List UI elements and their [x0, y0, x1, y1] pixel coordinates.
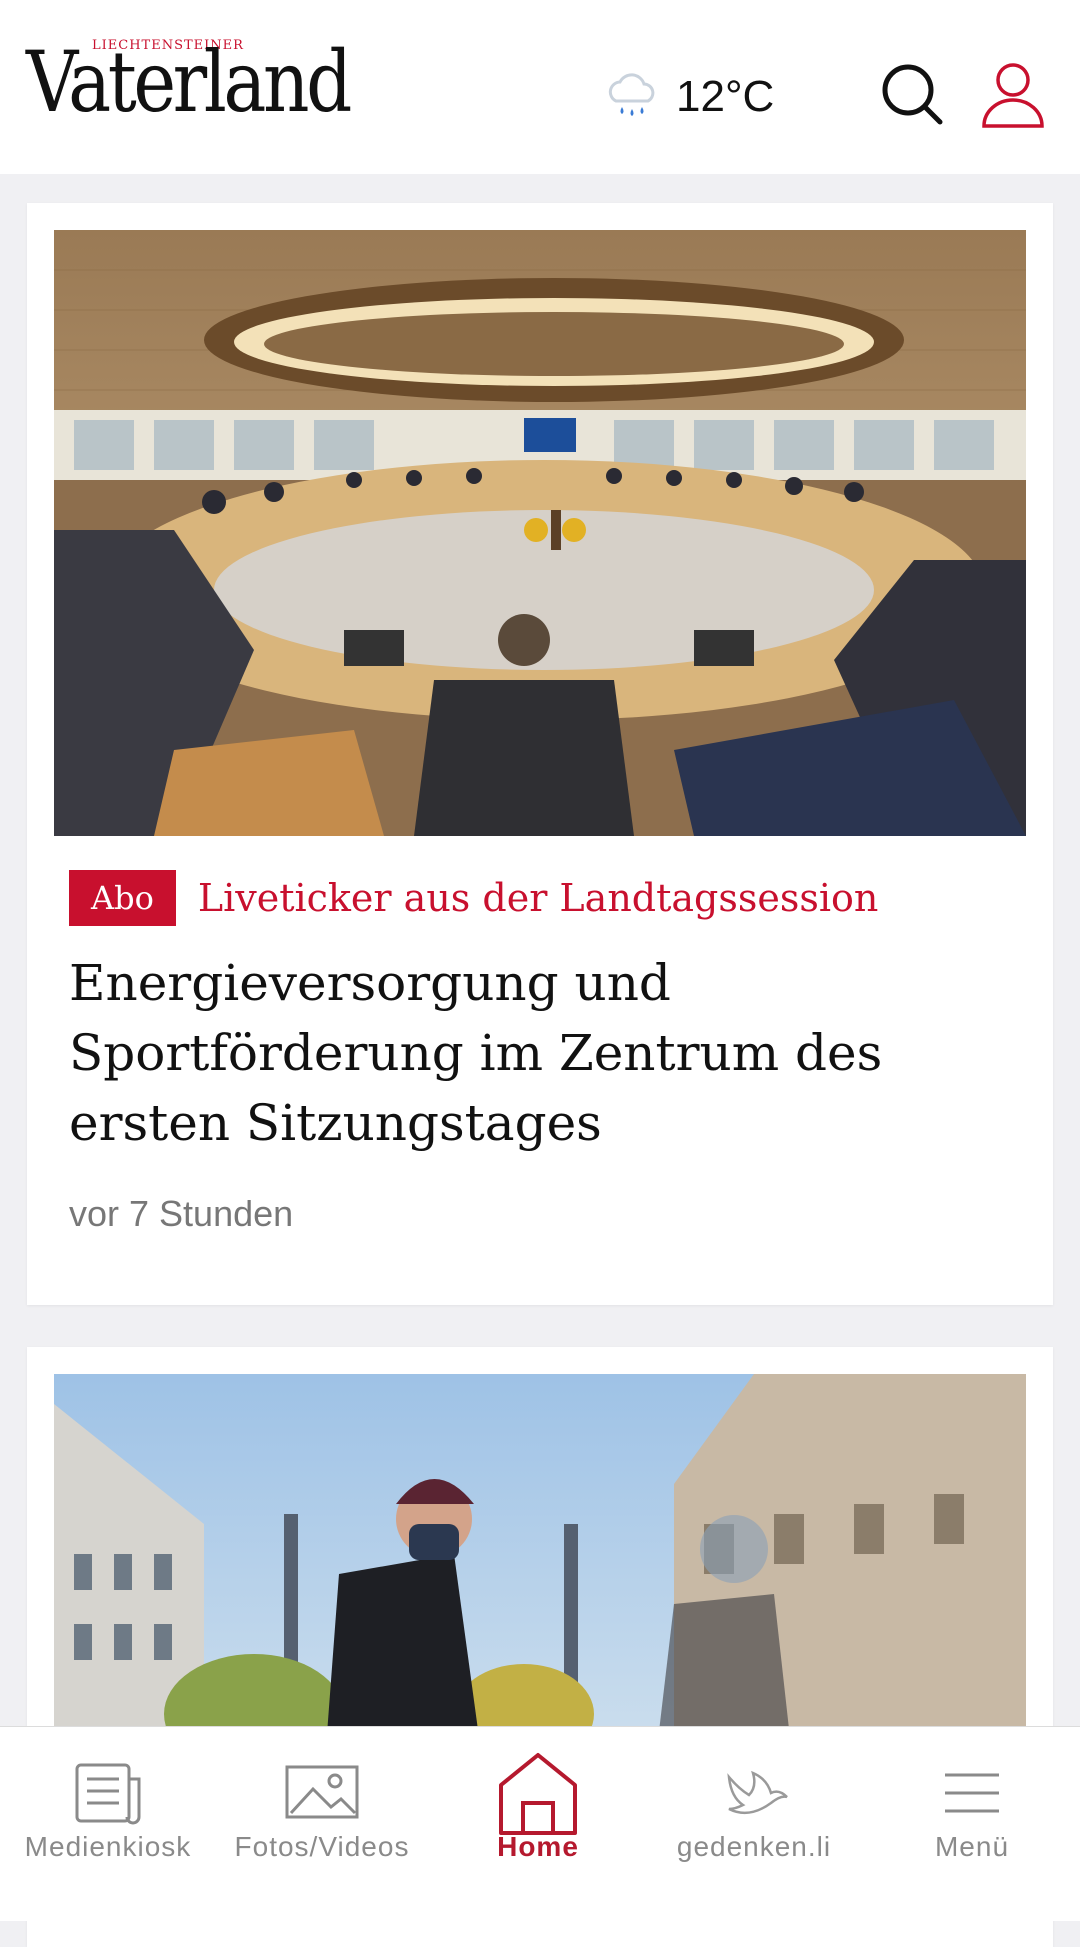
tab-gedenken[interactable]: gedenken.li	[646, 1727, 862, 1877]
user-icon	[982, 63, 1044, 128]
tab-label: Menü	[934, 1831, 1010, 1862]
tab-label: gedenken.li	[676, 1831, 832, 1862]
bottom-tab-bar: Medienkiosk Fotos/Videos Home gedenken.l…	[0, 1726, 1080, 1921]
street-portrait-photo	[54, 1374, 1026, 1774]
abo-badge: Abo	[69, 870, 176, 926]
article-image[interactable]	[54, 230, 1026, 836]
tab-label: Fotos/Videos	[234, 1831, 410, 1862]
article-image[interactable]	[54, 1374, 1026, 1774]
rain-cloud-icon	[608, 73, 655, 116]
kicker-text[interactable]: Liveticker aus der Landtagssession	[198, 876, 879, 920]
article-timestamp: vor 7 Stunden	[69, 1193, 294, 1234]
search-button[interactable]	[880, 62, 946, 128]
photo-icon	[285, 1765, 359, 1819]
home-icon	[499, 1753, 577, 1835]
tab-label: Medienkiosk	[24, 1831, 192, 1862]
article-kicker: Abo Liveticker aus der Landtagssession	[69, 870, 878, 926]
parliament-session-photo	[54, 230, 1026, 836]
article-card[interactable]: Abo Liveticker aus der Landtagssession E…	[27, 203, 1053, 1305]
tab-home[interactable]: Home	[430, 1727, 646, 1877]
menu-icon	[945, 1773, 999, 1813]
tab-fotos-videos[interactable]: Fotos/Videos	[214, 1727, 430, 1877]
weather-widget[interactable]: 12°C	[602, 62, 774, 132]
vaterland-logo[interactable]: LIECHTENSTEINER Vaterland	[26, 38, 416, 128]
article-headline[interactable]: Energieversorgung und Sportförderung im …	[69, 948, 1009, 1158]
user-account-button[interactable]	[980, 60, 1046, 130]
logo-wordmark: Vaterland	[26, 33, 352, 131]
app-header: LIECHTENSTEINER Vaterland 12°C	[0, 0, 1080, 174]
tab-label: Home	[497, 1831, 579, 1862]
dove-icon	[727, 1770, 788, 1815]
tab-medienkiosk[interactable]: Medienkiosk	[0, 1727, 216, 1877]
temperature: 12°C	[676, 72, 775, 121]
search-icon	[882, 64, 943, 125]
tab-menu[interactable]: Menü	[864, 1727, 1080, 1877]
newspaper-icon	[75, 1763, 141, 1825]
